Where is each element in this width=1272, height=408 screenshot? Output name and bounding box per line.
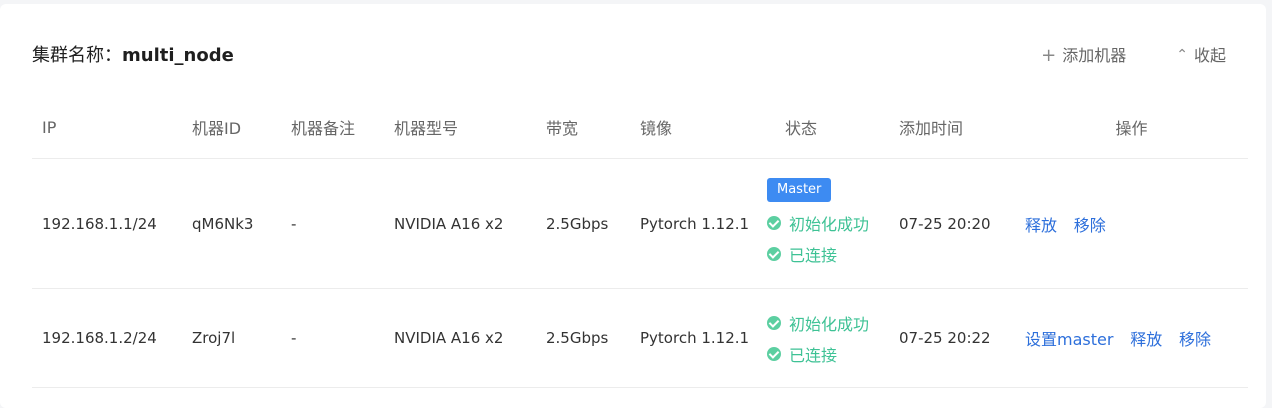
cell-machine-id: qM6Nk3 (182, 158, 281, 289)
cell-actions: 设置master 释放 移除 (1015, 288, 1248, 388)
chevron-up-icon: ⌃ (1176, 47, 1188, 63)
cluster-title: 集群名称：multi_node (32, 42, 234, 70)
col-header-actions: 操作 (1015, 96, 1248, 159)
col-header-status: 状态 (767, 96, 889, 159)
release-link[interactable]: 释放 (1025, 216, 1057, 235)
table-row: 192.168.1.2/24 Zroj7l - NVIDIA A16 x2 2.… (32, 288, 1248, 388)
add-machine-button[interactable]: + 添加机器 (1041, 42, 1126, 70)
check-circle-icon (767, 346, 781, 361)
col-header-image: 镜像 (630, 96, 767, 159)
header-actions: + 添加机器 ⌃ 收起 (1041, 42, 1226, 70)
cluster-header: 集群名称：multi_node + 添加机器 ⌃ 收起 (32, 42, 1226, 70)
col-header-machine-id: 机器ID (182, 96, 281, 159)
status-connected-text: 已连接 (789, 246, 838, 265)
cluster-name-label: 集群名称： (32, 45, 122, 66)
cell-model: NVIDIA A16 x2 (384, 158, 536, 289)
cell-machine-id: Zroj7l (182, 288, 281, 388)
cell-image: Pytorch 1.12.1 (630, 288, 767, 388)
remove-link[interactable]: 移除 (1074, 216, 1106, 235)
add-machine-label: 添加机器 (1062, 46, 1127, 65)
release-link[interactable]: 释放 (1130, 330, 1162, 349)
cell-model: NVIDIA A16 x2 (384, 288, 536, 388)
collapse-button[interactable]: ⌃ 收起 (1176, 42, 1226, 70)
col-header-ip: IP (32, 96, 182, 159)
cell-bandwidth: 2.5Gbps (536, 288, 630, 388)
cell-bandwidth: 2.5Gbps (536, 158, 630, 289)
cell-status: Master 初始化成功 已连接 (767, 158, 889, 289)
cell-actions: 释放 移除 (1015, 158, 1248, 289)
status-connected: 已连接 (767, 239, 889, 270)
collapse-label: 收起 (1193, 46, 1226, 65)
table-header-row: IP 机器ID 机器备注 机器型号 带宽 镜像 状态 添加时间 操作 (32, 96, 1248, 159)
master-badge: Master (767, 177, 832, 202)
status-initialized: 初始化成功 (767, 208, 889, 239)
col-header-note: 机器备注 (281, 96, 384, 159)
cluster-card: 集群名称：multi_node + 添加机器 ⌃ 收起 IP 机器ID 机器备注… (0, 4, 1266, 408)
status-initialized: 初始化成功 (767, 307, 889, 338)
status-initialized-text: 初始化成功 (789, 215, 870, 234)
cell-added-time: 07-25 20:20 (889, 158, 1015, 289)
col-header-added-time: 添加时间 (889, 96, 1015, 159)
status-connected: 已连接 (767, 338, 889, 369)
cell-ip: 192.168.1.2/24 (32, 288, 182, 388)
col-header-model: 机器型号 (384, 96, 536, 159)
machine-table: IP 机器ID 机器备注 机器型号 带宽 镜像 状态 添加时间 操作 192.1… (32, 96, 1248, 388)
set-master-link[interactable]: 设置master (1025, 330, 1113, 349)
status-connected-text: 已连接 (789, 345, 838, 365)
cell-added-time: 07-25 20:22 (889, 288, 1015, 388)
cluster-name: multi_node (122, 45, 234, 66)
col-header-bandwidth: 带宽 (536, 96, 630, 159)
remove-link[interactable]: 移除 (1179, 330, 1211, 349)
check-circle-icon (767, 216, 781, 230)
check-circle-icon (767, 247, 781, 261)
cell-status: 初始化成功 已连接 (767, 288, 889, 388)
cell-image: Pytorch 1.12.1 (630, 158, 767, 289)
table-row: 192.168.1.1/24 qM6Nk3 - NVIDIA A16 x2 2.… (32, 158, 1248, 289)
cell-ip: 192.168.1.1/24 (32, 158, 182, 289)
status-initialized-text: 初始化成功 (789, 314, 870, 334)
plus-icon: + (1041, 45, 1057, 66)
cell-note: - (281, 158, 384, 289)
check-circle-icon (767, 315, 781, 330)
cell-note: - (281, 288, 384, 388)
